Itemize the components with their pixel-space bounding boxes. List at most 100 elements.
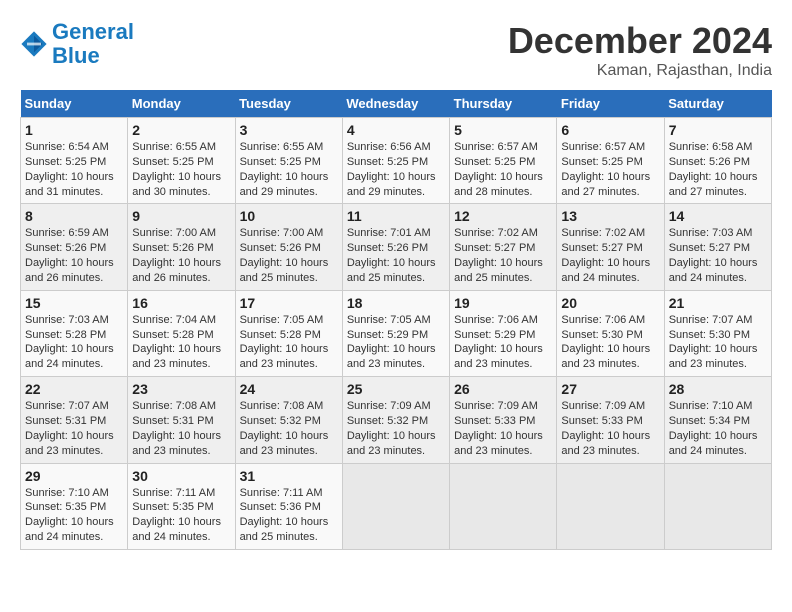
col-wednesday: Wednesday — [342, 90, 449, 118]
day-number: 20 — [561, 295, 659, 311]
calendar-row-1: 1 Sunrise: 6:54 AMSunset: 5:25 PMDaylight… — [21, 118, 772, 204]
day-info: Sunrise: 7:09 AMSunset: 5:32 PMDaylight:… — [347, 399, 445, 458]
col-monday: Monday — [128, 90, 235, 118]
day-info: Sunrise: 6:55 AMSunset: 5:25 PMDaylight:… — [240, 140, 338, 199]
calendar-cell: 8 Sunrise: 6:59 AMSunset: 5:26 PMDaylight… — [21, 204, 128, 290]
calendar-cell: 28 Sunrise: 7:10 AMSunset: 5:34 PMDayligh… — [664, 377, 771, 463]
day-info: Sunrise: 7:06 AMSunset: 5:29 PMDaylight:… — [454, 313, 552, 372]
calendar-cell: 17 Sunrise: 7:05 AMSunset: 5:28 PMDayligh… — [235, 290, 342, 376]
day-info: Sunrise: 6:54 AMSunset: 5:25 PMDaylight:… — [25, 140, 123, 199]
calendar-cell: 1 Sunrise: 6:54 AMSunset: 5:25 PMDaylight… — [21, 118, 128, 204]
day-info: Sunrise: 7:00 AMSunset: 5:26 PMDaylight:… — [132, 226, 230, 285]
day-number: 5 — [454, 122, 552, 138]
calendar-cell: 2 Sunrise: 6:55 AMSunset: 5:25 PMDaylight… — [128, 118, 235, 204]
day-number: 2 — [132, 122, 230, 138]
day-info: Sunrise: 7:04 AMSunset: 5:28 PMDaylight:… — [132, 313, 230, 372]
day-number: 24 — [240, 381, 338, 397]
day-info: Sunrise: 7:08 AMSunset: 5:31 PMDaylight:… — [132, 399, 230, 458]
calendar-cell — [450, 463, 557, 549]
calendar-cell: 31 Sunrise: 7:11 AMSunset: 5:36 PMDayligh… — [235, 463, 342, 549]
day-info: Sunrise: 7:05 AMSunset: 5:28 PMDaylight:… — [240, 313, 338, 372]
logo-line2: Blue — [52, 43, 100, 68]
calendar-row-4: 22 Sunrise: 7:07 AMSunset: 5:31 PMDayligh… — [21, 377, 772, 463]
day-info: Sunrise: 7:03 AMSunset: 5:28 PMDaylight:… — [25, 313, 123, 372]
day-number: 31 — [240, 468, 338, 484]
logo: General Blue — [20, 20, 134, 68]
calendar-cell: 29Sunrise: 7:10 AMSunset: 5:35 PMDayligh… — [21, 463, 128, 549]
calendar-cell: 12 Sunrise: 7:02 AMSunset: 5:27 PMDayligh… — [450, 204, 557, 290]
calendar-cell: 5 Sunrise: 6:57 AMSunset: 5:25 PMDaylight… — [450, 118, 557, 204]
calendar-cell — [664, 463, 771, 549]
day-number: 12 — [454, 208, 552, 224]
calendar-cell: 18Sunrise: 7:05 AMSunset: 5:29 PMDayligh… — [342, 290, 449, 376]
calendar-cell: 15 Sunrise: 7:03 AMSunset: 5:28 PMDayligh… — [21, 290, 128, 376]
calendar-cell: 10Sunrise: 7:00 AMSunset: 5:26 PMDayligh… — [235, 204, 342, 290]
day-number: 15 — [25, 295, 123, 311]
day-number: 29 — [25, 468, 123, 484]
calendar-cell: 25 Sunrise: 7:09 AMSunset: 5:32 PMDayligh… — [342, 377, 449, 463]
calendar-cell: 4 Sunrise: 6:56 AMSunset: 5:25 PMDaylight… — [342, 118, 449, 204]
day-info: Sunrise: 7:11 AMSunset: 5:36 PMDaylight:… — [240, 486, 338, 545]
calendar-cell: 20 Sunrise: 7:06 AMSunset: 5:30 PMDayligh… — [557, 290, 664, 376]
day-number: 11 — [347, 208, 445, 224]
title-block: December 2024 Kaman, Rajasthan, India — [508, 20, 772, 80]
day-number: 1 — [25, 122, 123, 138]
calendar-cell: 21Sunrise: 7:07 AMSunset: 5:30 PMDayligh… — [664, 290, 771, 376]
calendar-cell: 27Sunrise: 7:09 AMSunset: 5:33 PMDayligh… — [557, 377, 664, 463]
day-number: 10 — [240, 208, 338, 224]
day-number: 28 — [669, 381, 767, 397]
day-number: 9 — [132, 208, 230, 224]
day-info: Sunrise: 6:59 AMSunset: 5:26 PMDaylight:… — [25, 226, 123, 285]
calendar-cell: 30Sunrise: 7:11 AMSunset: 5:35 PMDayligh… — [128, 463, 235, 549]
day-info: Sunrise: 7:02 AMSunset: 5:27 PMDaylight:… — [561, 226, 659, 285]
calendar-cell: 24 Sunrise: 7:08 AMSunset: 5:32 PMDayligh… — [235, 377, 342, 463]
calendar-cell — [557, 463, 664, 549]
calendar-cell: 19Sunrise: 7:06 AMSunset: 5:29 PMDayligh… — [450, 290, 557, 376]
col-tuesday: Tuesday — [235, 90, 342, 118]
calendar-cell: 14 Sunrise: 7:03 AMSunset: 5:27 PMDayligh… — [664, 204, 771, 290]
col-sunday: Sunday — [21, 90, 128, 118]
page-header: General Blue December 2024 Kaman, Rajast… — [20, 20, 772, 80]
calendar-cell — [342, 463, 449, 549]
month-title: December 2024 — [508, 20, 772, 62]
day-info: Sunrise: 7:02 AMSunset: 5:27 PMDaylight:… — [454, 226, 552, 285]
day-info: Sunrise: 7:03 AMSunset: 5:27 PMDaylight:… — [669, 226, 767, 285]
day-number: 25 — [347, 381, 445, 397]
day-info: Sunrise: 6:56 AMSunset: 5:25 PMDaylight:… — [347, 140, 445, 199]
location: Kaman, Rajasthan, India — [508, 62, 772, 80]
header-row: Sunday Monday Tuesday Wednesday Thursday… — [21, 90, 772, 118]
day-number: 17 — [240, 295, 338, 311]
col-thursday: Thursday — [450, 90, 557, 118]
calendar-cell: 16Sunrise: 7:04 AMSunset: 5:28 PMDayligh… — [128, 290, 235, 376]
day-info: Sunrise: 7:10 AMSunset: 5:34 PMDaylight:… — [669, 399, 767, 458]
calendar-cell: 23 Sunrise: 7:08 AMSunset: 5:31 PMDayligh… — [128, 377, 235, 463]
day-number: 26 — [454, 381, 552, 397]
day-info: Sunrise: 7:07 AMSunset: 5:31 PMDaylight:… — [25, 399, 123, 458]
calendar-table: Sunday Monday Tuesday Wednesday Thursday… — [20, 90, 772, 550]
day-info: Sunrise: 7:09 AMSunset: 5:33 PMDaylight:… — [454, 399, 552, 458]
calendar-cell: 11 Sunrise: 7:01 AMSunset: 5:26 PMDayligh… — [342, 204, 449, 290]
day-number: 13 — [561, 208, 659, 224]
calendar-row-5: 29Sunrise: 7:10 AMSunset: 5:35 PMDayligh… — [21, 463, 772, 549]
col-saturday: Saturday — [664, 90, 771, 118]
day-number: 8 — [25, 208, 123, 224]
day-info: Sunrise: 7:01 AMSunset: 5:26 PMDaylight:… — [347, 226, 445, 285]
day-info: Sunrise: 7:08 AMSunset: 5:32 PMDaylight:… — [240, 399, 338, 458]
calendar-cell: 6Sunrise: 6:57 AMSunset: 5:25 PMDaylight… — [557, 118, 664, 204]
day-number: 23 — [132, 381, 230, 397]
calendar-cell: 13 Sunrise: 7:02 AMSunset: 5:27 PMDayligh… — [557, 204, 664, 290]
day-info: Sunrise: 6:57 AMSunset: 5:25 PMDaylight:… — [454, 140, 552, 199]
day-number: 4 — [347, 122, 445, 138]
calendar-row-2: 8 Sunrise: 6:59 AMSunset: 5:26 PMDaylight… — [21, 204, 772, 290]
logo-icon — [20, 30, 48, 58]
col-friday: Friday — [557, 90, 664, 118]
day-info: Sunrise: 6:55 AMSunset: 5:25 PMDaylight:… — [132, 140, 230, 199]
day-info: Sunrise: 7:05 AMSunset: 5:29 PMDaylight:… — [347, 313, 445, 372]
calendar-row-3: 15 Sunrise: 7:03 AMSunset: 5:28 PMDayligh… — [21, 290, 772, 376]
day-number: 22 — [25, 381, 123, 397]
day-info: Sunrise: 7:06 AMSunset: 5:30 PMDaylight:… — [561, 313, 659, 372]
day-info: Sunrise: 7:07 AMSunset: 5:30 PMDaylight:… — [669, 313, 767, 372]
calendar-cell: 9 Sunrise: 7:00 AMSunset: 5:26 PMDaylight… — [128, 204, 235, 290]
calendar-cell: 7Sunrise: 6:58 AMSunset: 5:26 PMDaylight… — [664, 118, 771, 204]
day-number: 14 — [669, 208, 767, 224]
